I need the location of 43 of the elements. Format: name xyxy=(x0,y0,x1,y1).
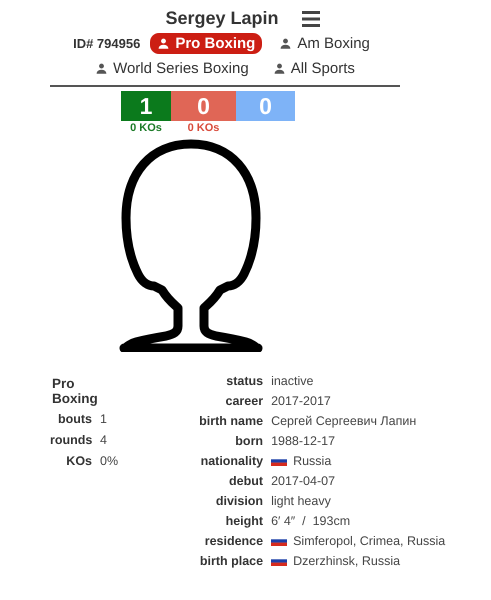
person-icon xyxy=(279,37,292,50)
field-value: 4 xyxy=(100,433,108,447)
ko-count: 0 KOs xyxy=(130,122,162,134)
sport-tab[interactable]: Am Boxing xyxy=(272,33,377,54)
field-value: Dzerzhinsk, Russia xyxy=(293,554,400,568)
field-value: inactive xyxy=(271,374,314,388)
field-label: rounds xyxy=(50,433,92,447)
record-count: 0 xyxy=(236,91,295,121)
boxer-id: ID# 794956 xyxy=(73,36,140,51)
field-label: career xyxy=(224,394,264,408)
field-label: status xyxy=(225,374,264,388)
field-value: 1988-12-17 xyxy=(271,434,336,448)
field-label: born xyxy=(234,434,264,448)
field-label: birth place xyxy=(198,554,264,568)
field-value: 6′ 4″ / 193cm xyxy=(271,514,352,528)
record-count: 1 xyxy=(121,91,171,121)
person-icon xyxy=(272,62,286,75)
field-label: division xyxy=(214,494,264,508)
field-value: 0% xyxy=(100,454,118,468)
field-label: nationality xyxy=(200,454,264,468)
sport-tab[interactable]: All Sports xyxy=(266,58,362,79)
field-value: Russia xyxy=(293,454,332,468)
field-label: height xyxy=(224,514,264,528)
sport-tab[interactable]: World Series Boxing xyxy=(88,58,256,79)
boxer-name: Sergey Lapin xyxy=(165,8,279,29)
field-value: Simferopol, Crimea, Russia xyxy=(293,534,446,548)
field-value: 2017-04-07 xyxy=(271,474,336,488)
field-label: residence xyxy=(204,534,264,548)
person-icon xyxy=(157,37,170,50)
field-label: birth name xyxy=(198,414,264,428)
section-title: Pro Boxing xyxy=(52,376,99,406)
field-value: light heavy xyxy=(271,494,332,508)
field-value: Сергей Сергеевич Лапин xyxy=(271,414,418,428)
field-value: 2017-2017 xyxy=(271,394,332,408)
field-value: 1 xyxy=(100,412,108,426)
field-label: debut xyxy=(228,474,264,488)
record-count: 0 xyxy=(171,91,236,121)
person-icon xyxy=(95,62,108,75)
menu-icon[interactable] xyxy=(300,10,321,28)
field-label: bouts xyxy=(56,412,92,426)
sport-tab[interactable]: Pro Boxing xyxy=(150,33,262,54)
ko-count: 0 KOs xyxy=(188,122,220,134)
field-label: KOs xyxy=(65,454,92,468)
